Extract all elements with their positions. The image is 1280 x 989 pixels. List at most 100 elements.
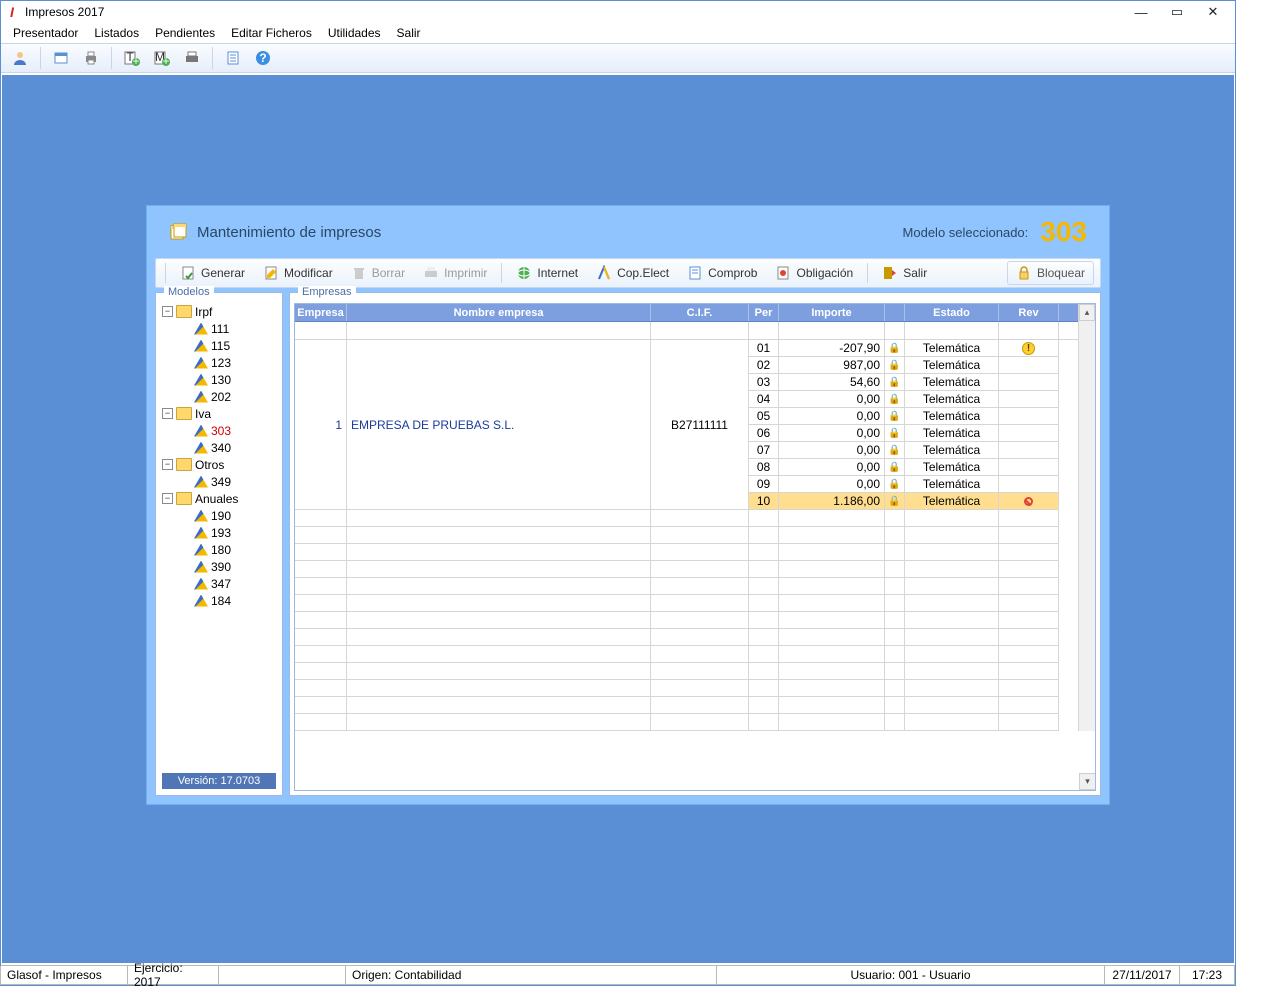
tree-item-347[interactable]: 347 [180, 575, 276, 592]
tree-group[interactable]: −Otros [162, 456, 276, 473]
tree-item-303[interactable]: 303 [180, 422, 276, 439]
cell-lock: 🔒 [885, 340, 905, 357]
tree-item-190[interactable]: 190 [180, 507, 276, 524]
tree-group[interactable]: −Irpf [162, 303, 276, 320]
imprimir-button[interactable]: Imprimir [416, 261, 494, 285]
cell-estado: Telemática [905, 408, 999, 425]
toolbar-add-t-icon[interactable]: T+ [119, 46, 145, 70]
table-row[interactable]: 060,00🔒Telemática [749, 425, 1059, 442]
lock-icon: 🔒 [888, 343, 900, 354]
modelos-tree[interactable]: −Irpf111115123130202−Iva303340−Otros349−… [162, 303, 276, 769]
toolbar-help-icon[interactable]: ? [250, 46, 276, 70]
comprob-button[interactable]: Comprob [680, 261, 764, 285]
grid-filter-row[interactable] [295, 322, 1078, 340]
toolbar-window-icon[interactable] [48, 46, 74, 70]
tree-item-390[interactable]: 390 [180, 558, 276, 575]
toolbar-add-m-icon[interactable]: M+ [149, 46, 175, 70]
copelect-button[interactable]: Cop.Elect [589, 261, 676, 285]
toolbar-note-icon[interactable] [220, 46, 246, 70]
cell-per: 03 [749, 374, 779, 391]
table-row[interactable]: 02987,00🔒Telemática [749, 357, 1059, 374]
table-row[interactable]: 0354,60🔒Telemática [749, 374, 1059, 391]
internet-button[interactable]: Internet [509, 261, 585, 285]
cell-rev [999, 408, 1059, 425]
cell-estado: Telemática [905, 459, 999, 476]
warning-icon [1022, 342, 1035, 355]
version-bar: Versión: 17.0703 [162, 773, 276, 789]
tree-item-115[interactable]: 115 [180, 337, 276, 354]
col-nombre[interactable]: Nombre empresa [347, 304, 651, 321]
menu-listados[interactable]: Listados [86, 25, 147, 41]
cell-importe: -207,90 [779, 340, 885, 357]
lock-icon: 🔒 [888, 462, 900, 473]
forms-icon [169, 223, 187, 241]
cell-empresa-num[interactable]: 1 [295, 340, 347, 510]
model-icon [194, 374, 208, 386]
table-row[interactable]: 070,00🔒Telemática [749, 442, 1059, 459]
menu-editar-ficheros[interactable]: Editar Ficheros [223, 25, 320, 41]
cell-lock: 🔒 [885, 459, 905, 476]
col-rev[interactable]: Rev [999, 304, 1059, 321]
cell-empresa-cif[interactable]: B27111111 [651, 340, 749, 510]
cell-lock: 🔒 [885, 357, 905, 374]
grid-vertical-scrollbar[interactable]: ▴ ▾ [1078, 304, 1095, 731]
cell-rev [999, 476, 1059, 493]
tree-item-123[interactable]: 123 [180, 354, 276, 371]
tree-item-184[interactable]: 184 [180, 592, 276, 609]
empty-row [295, 595, 1078, 612]
col-empresa[interactable]: Empresa [295, 304, 347, 321]
col-lock[interactable] [885, 304, 905, 321]
tree-item-193[interactable]: 193 [180, 524, 276, 541]
obligacion-button[interactable]: Obligación [768, 261, 860, 285]
tree-item-130[interactable]: 130 [180, 371, 276, 388]
scroll-up-icon[interactable]: ▴ [1079, 304, 1095, 321]
minimize-button[interactable]: — [1123, 1, 1159, 23]
menu-salir[interactable]: Salir [389, 25, 429, 41]
lock-icon: 🔒 [888, 394, 900, 405]
tree-item-349[interactable]: 349 [180, 473, 276, 490]
cell-importe: 0,00 [779, 408, 885, 425]
cell-empresa-nombre[interactable]: EMPRESA DE PRUEBAS S.L. [347, 340, 651, 510]
tree-item-111[interactable]: 111 [180, 320, 276, 337]
table-row[interactable]: 040,00🔒Telemática [749, 391, 1059, 408]
col-estado[interactable]: Estado [905, 304, 999, 321]
tree-item-340[interactable]: 340 [180, 439, 276, 456]
child-window-mantenimiento: Mantenimiento de impresos Modelo selecci… [146, 205, 1110, 805]
salir-button[interactable]: Salir [875, 261, 934, 285]
table-row[interactable]: 090,00🔒Telemática [749, 476, 1059, 493]
cell-estado: Telemática [905, 442, 999, 459]
menu-presentador[interactable]: Presentador [5, 25, 86, 41]
svg-text:+: + [162, 54, 169, 66]
toolbar-user-icon[interactable] [7, 46, 33, 70]
tree-item-180[interactable]: 180 [180, 541, 276, 558]
cell-estado: Telemática [905, 340, 999, 357]
cell-per: 06 [749, 425, 779, 442]
tree-item-202[interactable]: 202 [180, 388, 276, 405]
col-per[interactable]: Per [749, 304, 779, 321]
generar-button[interactable]: Generar [173, 261, 252, 285]
menu-pendientes[interactable]: Pendientes [147, 25, 223, 41]
table-row[interactable]: 080,00🔒Telemática [749, 459, 1059, 476]
bloquear-button[interactable]: Bloquear [1007, 261, 1094, 285]
cell-per: 01 [749, 340, 779, 357]
menu-utilidades[interactable]: Utilidades [320, 25, 389, 41]
col-cif[interactable]: C.I.F. [651, 304, 749, 321]
table-row[interactable]: 01-207,90🔒 Telemática [749, 340, 1059, 357]
model-icon [194, 357, 208, 369]
col-importe[interactable]: Importe [779, 304, 885, 321]
table-row[interactable]: 101.186,00🔒Telemática [749, 493, 1059, 510]
cell-importe: 1.186,00 [779, 493, 885, 510]
window-title: Impresos 2017 [25, 5, 104, 19]
maximize-button[interactable]: ▭ [1159, 1, 1195, 23]
grid-header: Empresa Nombre empresa C.I.F. Per Import… [295, 304, 1078, 322]
tree-group[interactable]: −Iva [162, 405, 276, 422]
tree-group[interactable]: −Anuales [162, 490, 276, 507]
table-row[interactable]: 050,00🔒Telemática [749, 408, 1059, 425]
scroll-down-icon[interactable]: ▾ [1079, 773, 1096, 790]
toolbar-printer-icon[interactable] [179, 46, 205, 70]
close-button[interactable]: ✕ [1195, 1, 1231, 23]
toolbar-print-icon[interactable] [78, 46, 104, 70]
borrar-button[interactable]: Borrar [344, 261, 412, 285]
empresas-panel: Empresas Empresa Nombre empresa C.I.F. P… [289, 292, 1101, 796]
modificar-button[interactable]: Modificar [256, 261, 340, 285]
